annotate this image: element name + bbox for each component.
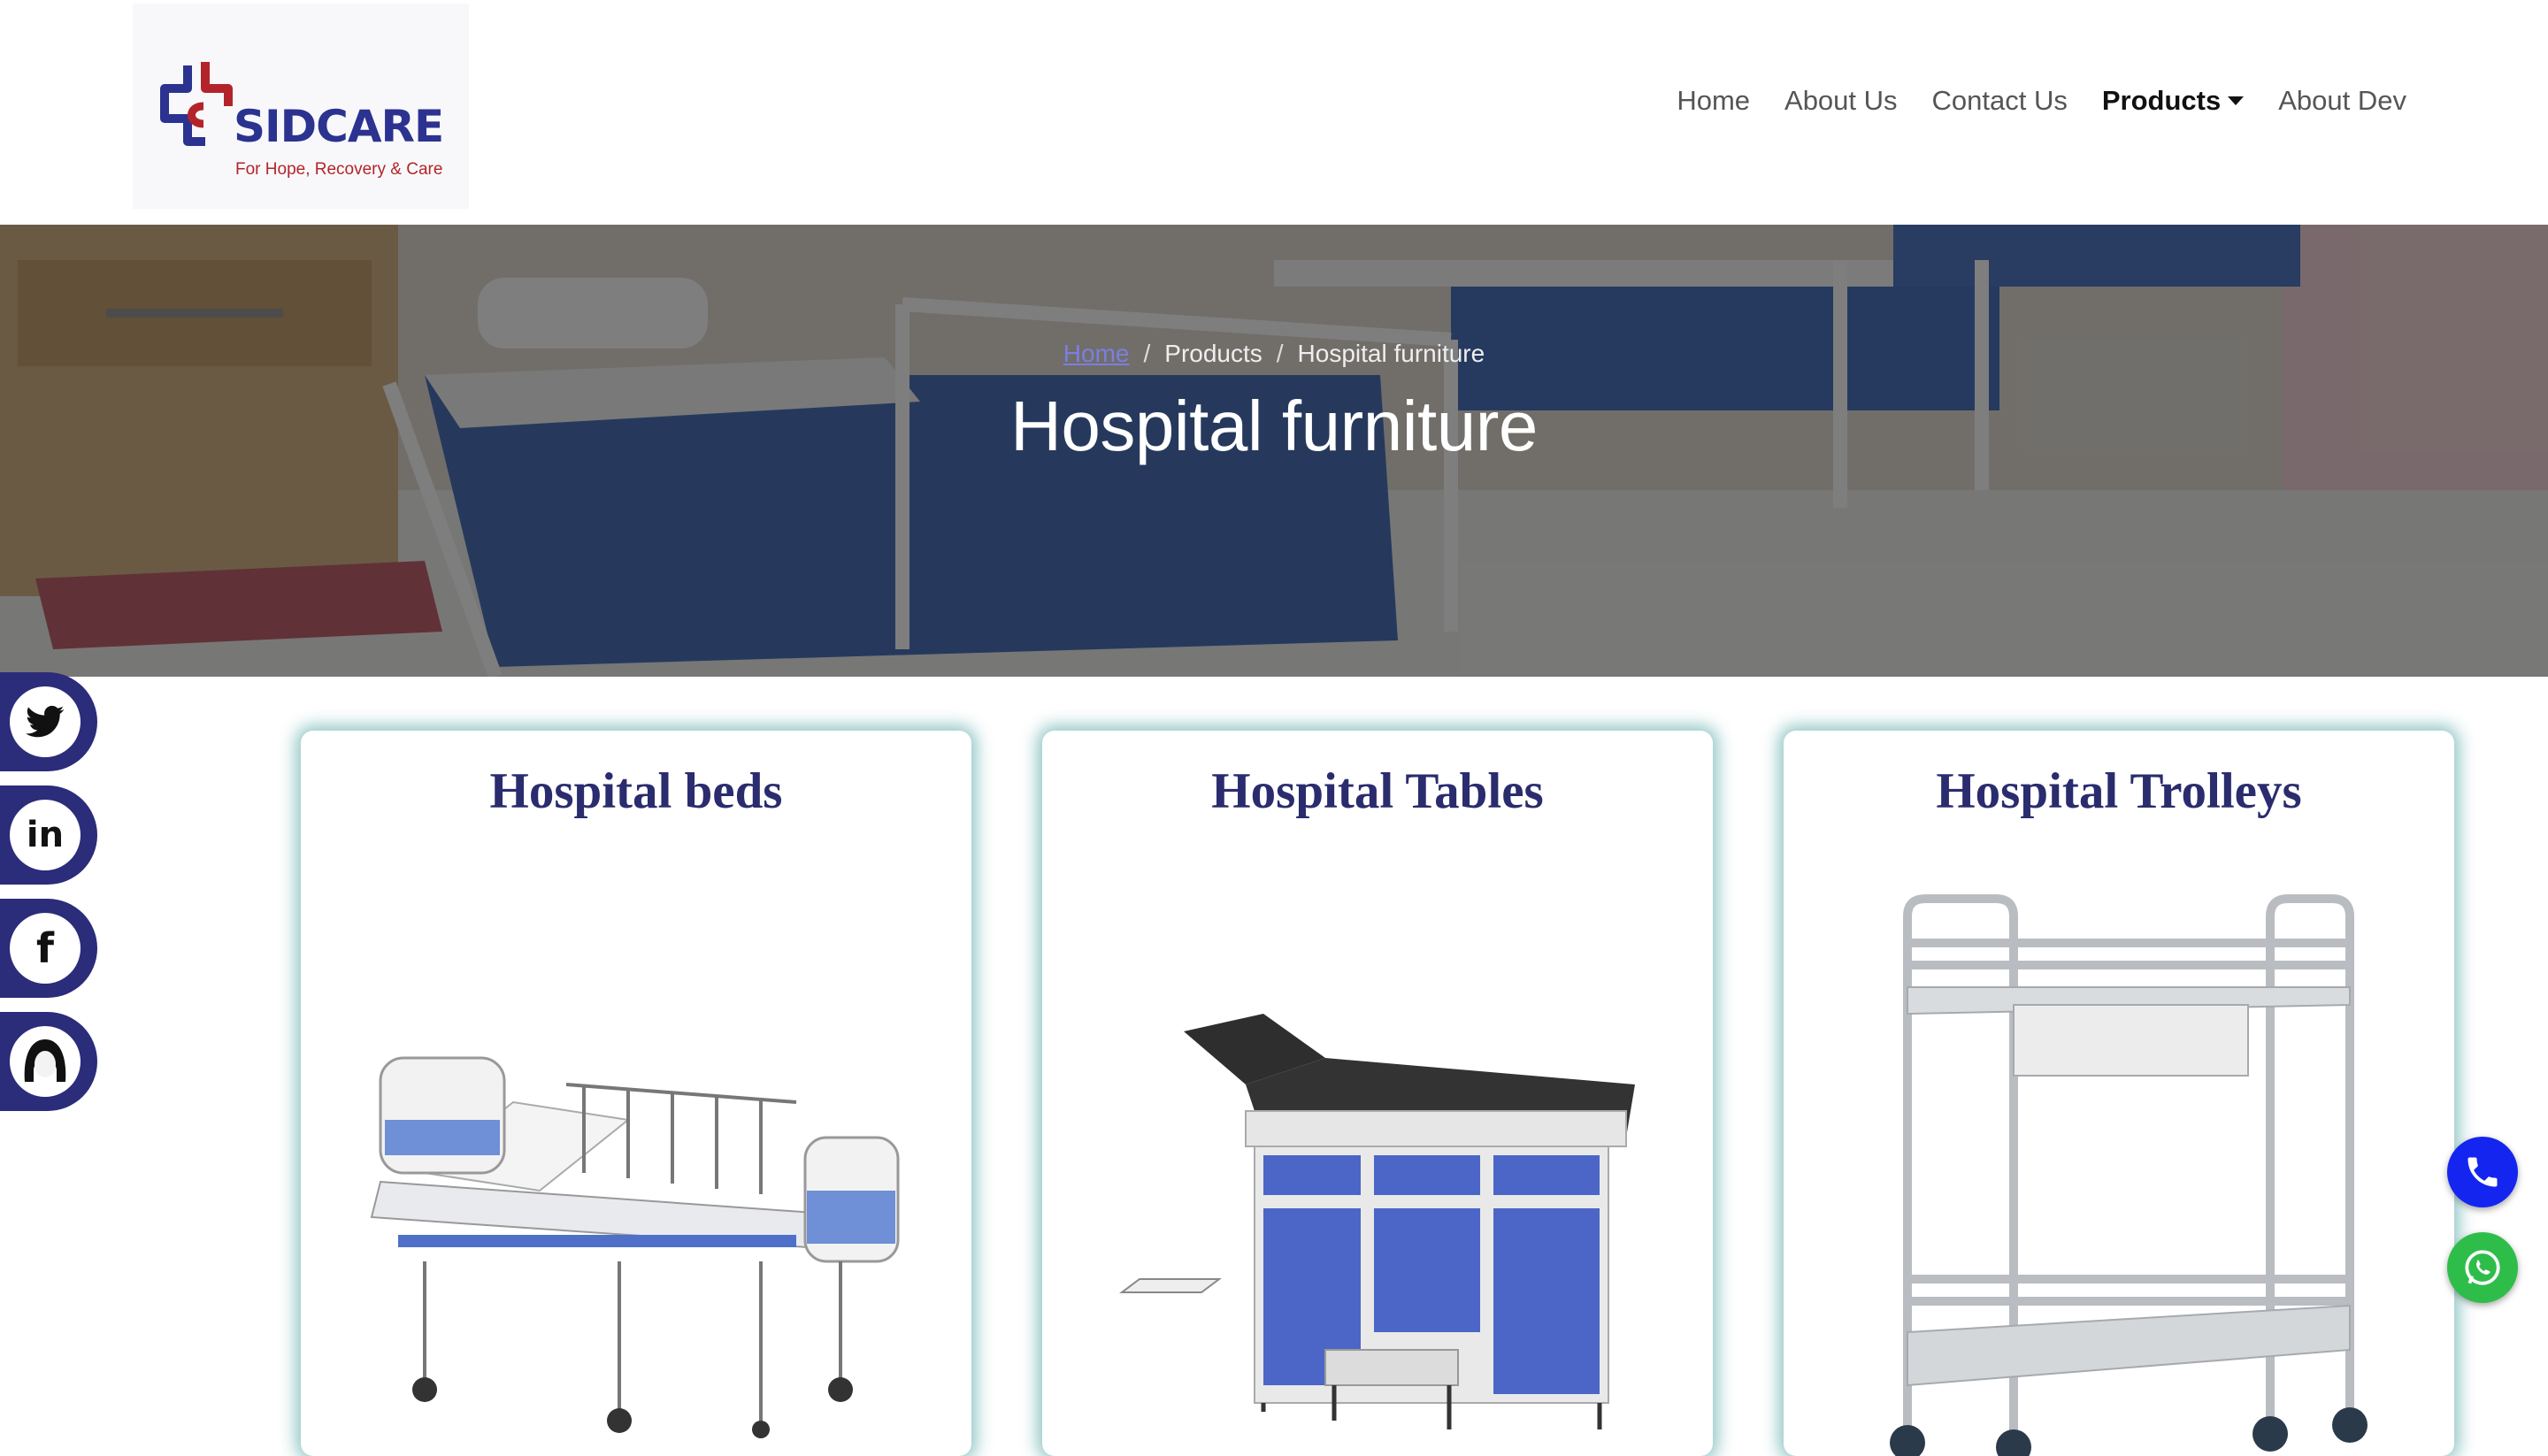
facebook-icon: f bbox=[10, 913, 81, 984]
whatsapp-button[interactable] bbox=[2447, 1232, 2518, 1303]
linkedin-icon: in bbox=[10, 800, 81, 870]
breadcrumb-separator: / bbox=[1276, 340, 1284, 367]
breadcrumb: Home / Products / Hospital furniture bbox=[0, 340, 2548, 368]
page-title: Hospital furniture bbox=[1010, 387, 1538, 465]
examination-table-image bbox=[1119, 1014, 1635, 1429]
social-developer-button[interactable] bbox=[0, 1012, 97, 1111]
breadcrumb-current: Hospital furniture bbox=[1297, 340, 1485, 367]
brand-logo[interactable]: SIDCARE For Hope, Recovery & Care bbox=[133, 4, 469, 209]
brand-tagline: For Hope, Recovery & Care bbox=[235, 160, 443, 179]
nav-products[interactable]: Products bbox=[2102, 85, 2221, 117]
whatsapp-icon bbox=[2465, 1250, 2500, 1285]
logo-cross-icon bbox=[160, 62, 233, 146]
breadcrumb-separator: / bbox=[1143, 340, 1151, 367]
product-card-hospital-trolleys[interactable]: Hospital Trolleys bbox=[1784, 731, 2454, 1456]
nav-about-dev[interactable]: About Dev bbox=[2278, 85, 2406, 117]
card-title: Hospital Trolleys bbox=[1936, 763, 2302, 819]
phone-icon bbox=[2467, 1157, 2498, 1187]
call-button[interactable] bbox=[2447, 1137, 2518, 1207]
nav-products-dropdown[interactable]: Products bbox=[2102, 85, 2245, 117]
chevron-down-icon bbox=[2228, 96, 2245, 105]
brand-name: SIDCARE bbox=[234, 101, 444, 152]
hospital-bed-image bbox=[370, 1056, 900, 1438]
nav-home[interactable]: Home bbox=[1677, 85, 1750, 117]
main-nav: Home About Us Contact Us Products About … bbox=[1677, 85, 2406, 117]
social-twitter-button[interactable] bbox=[0, 672, 97, 771]
breadcrumb-products[interactable]: Products bbox=[1164, 340, 1262, 367]
breadcrumb-home[interactable]: Home bbox=[1063, 340, 1130, 367]
card-title: Hospital beds bbox=[489, 763, 783, 819]
product-card-hospital-beds[interactable]: Hospital beds bbox=[301, 731, 971, 1456]
card-title: Hospital Tables bbox=[1211, 763, 1544, 819]
social-linkedin-button[interactable]: in bbox=[0, 785, 97, 885]
hospital-trolley-image bbox=[1890, 894, 2368, 1456]
twitter-icon bbox=[10, 686, 81, 757]
nav-contact-us[interactable]: Contact Us bbox=[1932, 85, 2068, 117]
product-card-hospital-tables[interactable]: Hospital Tables bbox=[1042, 731, 1713, 1456]
developer-avatar-icon bbox=[10, 1026, 81, 1097]
nav-about-us[interactable]: About Us bbox=[1784, 85, 1898, 117]
social-facebook-button[interactable]: f bbox=[0, 899, 97, 998]
site-header: SIDCARE For Hope, Recovery & Care Home A… bbox=[0, 0, 2548, 225]
hero-banner: Home / Products / Hospital furniture Hospita… bbox=[0, 225, 2548, 677]
